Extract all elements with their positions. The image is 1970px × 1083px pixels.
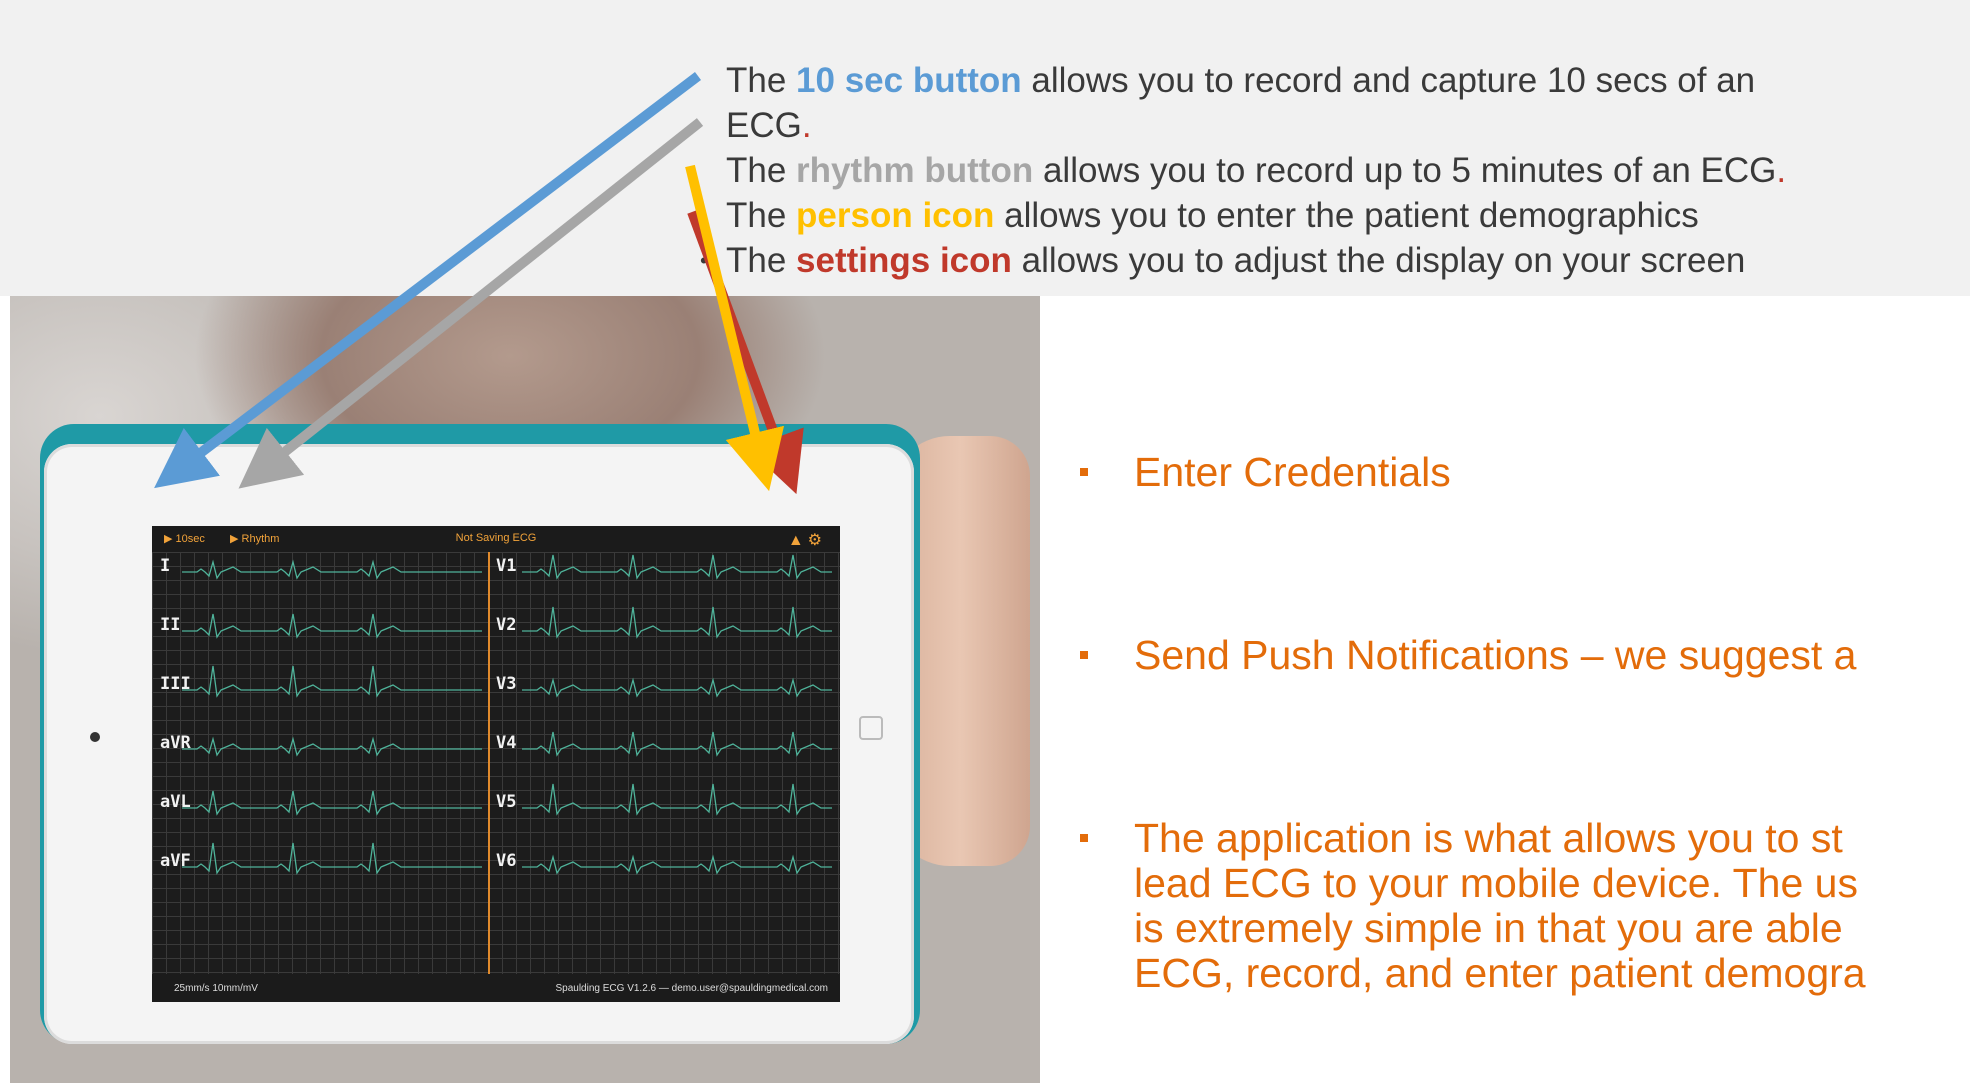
bullet-rhythm: The rhythm button allows you to record u… [720,148,1960,193]
bullet-text: The [726,61,797,100]
device-photo: ▶ 10sec ▶ Rhythm Not Saving ECG ▲⚙ I II … [10,296,1040,1083]
toolbar-icons: ▲⚙ [788,530,826,550]
ecg-trace-line [182,613,482,639]
bullet-period: . [801,106,812,145]
ecg-trace-line [182,790,482,816]
bullet-text: allows you to adjust the display on your… [1011,241,1746,280]
feature-list: Enter Credentials Send Push Notification… [1070,450,1970,996]
ecg-trace-line [182,665,482,698]
bullet-text: allows you to record and capture 10 secs… [1021,61,1756,100]
save-status: Not Saving ECG [455,532,537,544]
bullet-text: ECG [726,106,802,145]
ecg-trace-line [522,783,832,816]
bullet-text: The [726,196,797,235]
lead-label: V2 [496,615,517,635]
camera-icon [90,732,100,742]
lead-label: II [160,615,181,635]
keyword-rhythm-button: rhythm button [796,151,1034,190]
list-item-text: The application is what allows you to st [1134,815,1843,861]
lead-label: V6 [496,851,517,871]
list-item-text: Send Push Notifications – we suggest a [1134,632,1857,678]
list-item: Enter Credentials [1070,450,1970,495]
bullet-10sec: The 10 sec button allows you to record a… [720,58,1960,103]
list-item-text: is extremely simple in that you are able [1134,905,1843,951]
ecg-trace-line [522,854,832,875]
list-item: The application is what allows you to st… [1070,816,1970,996]
bullet-dot: • [700,248,708,273]
ecg-trace-line [522,677,832,698]
app-footer: 25mm/s 10mm/mV Spaulding ECG V1.2.6 — de… [152,974,840,1002]
ecg-trace-line [522,606,832,639]
bullet-square [1080,834,1088,842]
keyword-person-icon: person icon [796,196,995,235]
lead-label: V3 [496,674,517,694]
bullet-text: allows you to record up to 5 minutes of … [1033,151,1777,190]
lead-label: aVL [160,792,191,812]
caption-bullets: The 10 sec button allows you to record a… [700,58,1960,283]
person-icon[interactable]: ▲ [788,532,808,549]
ecg-trace-line [522,554,832,580]
gear-icon[interactable]: ⚙ [808,532,826,549]
keyword-settings-icon: settings icon [796,241,1012,280]
bullet-square [1080,468,1088,476]
bullet-period: . [1776,151,1787,190]
keyword-10sec-button: 10 sec button [796,61,1022,100]
ecg-app-screen: ▶ 10sec ▶ Rhythm Not Saving ECG ▲⚙ I II … [152,526,840,1002]
tablet: ▶ 10sec ▶ Rhythm Not Saving ECG ▲⚙ I II … [44,444,914,1044]
version-user: Spaulding ECG V1.2.6 — demo.user@spauldi… [555,983,828,994]
lead-label: aVR [160,733,191,753]
app-toolbar: ▶ 10sec ▶ Rhythm Not Saving ECG ▲⚙ [152,526,840,552]
list-item: Send Push Notifications – we suggest a [1070,633,1970,678]
lead-label: III [160,674,191,694]
speed-gain: 25mm/s 10mm/mV [174,983,258,994]
home-button [859,716,883,740]
lead-label: aVF [160,851,191,871]
bullet-square [1080,651,1088,659]
bullet-text: The [726,241,797,280]
bullet-person: The person icon allows you to enter the … [720,193,1960,238]
bullet-10sec-cont: ECG. [720,103,1960,148]
bullet-settings: • The settings icon allows you to adjust… [700,238,1960,283]
ecg-trace-line [182,842,482,875]
lead-label: V5 [496,792,517,812]
lead-label: V4 [496,733,517,753]
ecg-trace-line [522,731,832,757]
ecg-trace-line [182,736,482,757]
bullet-text: allows you to enter the patient demograp… [994,196,1699,235]
list-item-text: Enter Credentials [1134,449,1451,495]
list-item-text: ECG, record, and enter patient demogra [1134,950,1866,996]
list-item-text: lead ECG to your mobile device. The us [1134,860,1858,906]
lead-label: I [160,556,171,576]
bullet-text: The [726,151,797,190]
ecg-trace-line [182,559,482,580]
lead-label: V1 [496,556,517,576]
